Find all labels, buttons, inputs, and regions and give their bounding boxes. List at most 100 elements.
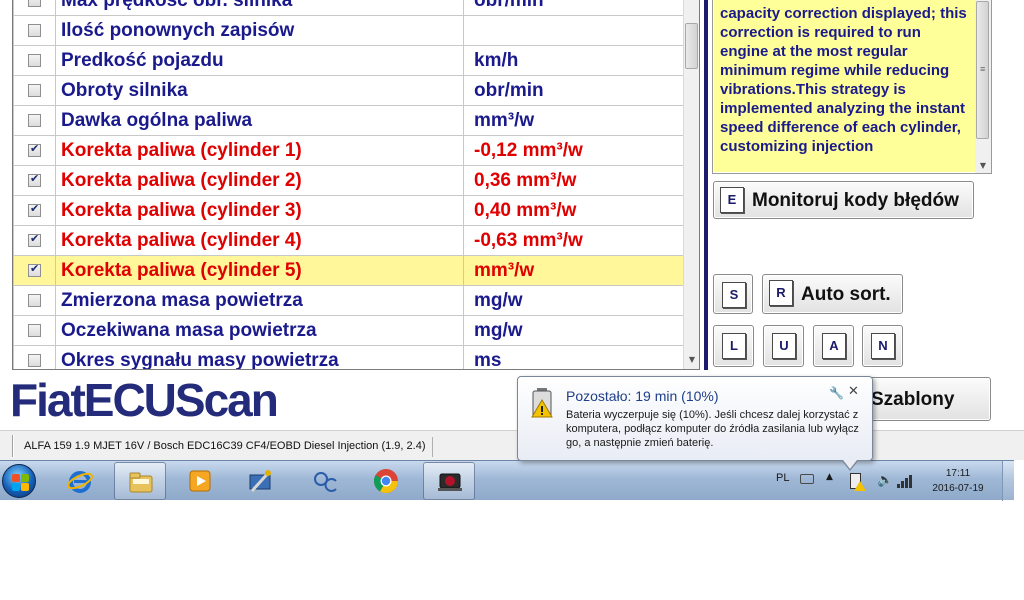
windows-start-orb-icon xyxy=(2,464,36,498)
system-tray: PL ▲ 🔈 17:11 2016-07-19 xyxy=(770,461,1014,501)
panel-divider xyxy=(704,0,708,370)
row-checkbox[interactable] xyxy=(28,202,41,217)
battery-warning-icon xyxy=(854,481,866,491)
scroll-down-arrow-icon[interactable]: ▼ xyxy=(684,353,699,367)
table-row[interactable]: Korekta paliwa (cylinder 1)-0,12 mm³/w xyxy=(13,135,685,166)
info-description-box: capacity correction displayed; this corr… xyxy=(712,0,992,174)
table-scrollbar[interactable]: ▼ xyxy=(683,0,699,369)
parameter-name: Korekta paliwa (cylinder 5) xyxy=(55,255,464,286)
row-checkbox[interactable] xyxy=(28,142,41,157)
network-icon[interactable] xyxy=(897,474,913,488)
close-icon[interactable]: ✕ xyxy=(848,384,859,399)
hotkey-a: A xyxy=(822,333,846,359)
s-button[interactable]: S xyxy=(713,274,753,314)
wrench-options-icon[interactable]: 🔧 xyxy=(829,386,844,400)
table-row[interactable]: Zmierzona masa powietrza mg/w xyxy=(13,285,685,316)
internet-explorer-icon xyxy=(67,471,93,493)
taskbar-file-explorer[interactable] xyxy=(114,462,166,500)
templates-button[interactable]: Szablony xyxy=(862,377,991,421)
windows-logo-green xyxy=(21,474,29,482)
row-checkbox[interactable] xyxy=(28,293,41,307)
oc-app-icon xyxy=(314,472,337,492)
taskbar-oc-app[interactable] xyxy=(300,462,352,500)
clock[interactable]: 17:11 2016-07-19 xyxy=(922,466,994,496)
table-row[interactable]: Ilość ponownych zapisów xyxy=(13,15,685,46)
taskbar-pinned-app[interactable] xyxy=(234,462,286,500)
templates-label: Szablony xyxy=(871,389,955,410)
clock-time: 17:11 xyxy=(945,468,971,479)
info-scrollbar[interactable]: ≡ ▼ xyxy=(975,0,991,173)
parameter-name: Korekta paliwa (cylinder 2) xyxy=(55,165,464,196)
row-checkbox[interactable] xyxy=(28,53,41,67)
table-row[interactable]: Korekta paliwa (cylinder 4)-0,63 mm³/w xyxy=(13,225,685,256)
notification-title: Pozostało: 19 min (10%) xyxy=(566,388,719,404)
language-indicator[interactable]: PL xyxy=(776,472,789,484)
row-checkbox[interactable] xyxy=(28,113,41,127)
row-checkbox[interactable] xyxy=(28,0,41,7)
row-checkbox[interactable] xyxy=(28,172,41,187)
auto-sort-label: Auto sort. xyxy=(801,284,891,305)
row-checkbox[interactable] xyxy=(28,232,41,247)
show-hidden-icons-icon[interactable]: ▲ xyxy=(826,472,833,482)
table-row[interactable]: Okres sygnału masy powietrza ms xyxy=(13,345,685,369)
table-row[interactable]: Korekta paliwa (cylinder 2)0,36 mm³/w xyxy=(13,165,685,196)
hotkey-u: U xyxy=(772,333,796,359)
pin-app-icon xyxy=(249,469,272,493)
table-row[interactable]: Max prędkość obr. silnika obr/min xyxy=(13,0,685,16)
row-checkbox-cell xyxy=(13,345,56,369)
u-button[interactable]: U xyxy=(763,325,804,367)
l-button[interactable]: L xyxy=(713,325,754,367)
taskbar-chrome[interactable] xyxy=(360,462,412,500)
start-button[interactable] xyxy=(0,462,40,500)
table-row[interactable]: Dawka ogólna paliwa mm³/w xyxy=(13,105,685,136)
battery-notification-balloon[interactable]: Pozostało: 19 min (10%) Bateria wyczerpu… xyxy=(517,376,873,471)
row-checkbox-cell xyxy=(13,165,56,196)
notification-body: Bateria wyczerpuje się (10%). Jeśli chce… xyxy=(566,409,859,449)
parameter-name: Okres sygnału masy powietrza xyxy=(55,345,464,369)
a-button[interactable]: A xyxy=(813,325,854,367)
auto-sort-button[interactable]: R Auto sort. xyxy=(762,274,903,314)
row-checkbox-cell xyxy=(13,225,56,256)
table-row[interactable]: Oczekiwana masa powietrza mg/w xyxy=(13,315,685,346)
taskbar-media-player[interactable] xyxy=(174,462,226,500)
parameter-name: Dawka ogólna paliwa xyxy=(55,105,464,136)
table-row[interactable]: Korekta paliwa (cylinder 5)mm³/w xyxy=(13,255,685,286)
row-checkbox[interactable] xyxy=(28,323,41,337)
row-checkbox[interactable] xyxy=(28,23,41,37)
volume-icon[interactable]: 🔈 xyxy=(877,473,893,488)
windows-taskbar: PL ▲ 🔈 17:11 2016-07-19 xyxy=(0,460,1014,501)
row-checkbox-cell xyxy=(13,285,56,316)
parameter-value: obr/min xyxy=(463,75,685,106)
monitor-error-codes-button[interactable]: E Monitoruj kody błędów xyxy=(713,181,974,219)
row-checkbox-cell xyxy=(13,15,56,46)
parameter-value: mm³/w xyxy=(463,105,685,136)
info-scroll-thumb[interactable]: ≡ xyxy=(976,1,989,139)
row-checkbox[interactable] xyxy=(28,353,41,367)
table-row[interactable]: Korekta paliwa (cylinder 3)0,40 mm³/w xyxy=(13,195,685,226)
taskbar-internet-explorer[interactable] xyxy=(54,462,106,500)
row-checkbox-cell xyxy=(13,75,56,106)
file-explorer-icon xyxy=(129,472,153,493)
keyboard-icon[interactable] xyxy=(800,474,814,484)
row-checkbox-cell xyxy=(13,0,56,16)
n-button[interactable]: N xyxy=(862,325,903,367)
row-checkbox[interactable] xyxy=(28,83,41,97)
windows-logo-red xyxy=(12,474,20,482)
parameter-value: 0,40 mm³/w xyxy=(463,195,685,226)
table-row[interactable]: Predkość pojazdu km/h xyxy=(13,45,685,76)
table-row[interactable]: Obroty silnika obr/min xyxy=(13,75,685,106)
show-desktop-button[interactable] xyxy=(1002,461,1014,501)
row-checkbox[interactable] xyxy=(28,262,41,277)
parameter-table-panel: Max prędkość obr. silnika obr/min Ilość po… xyxy=(12,0,700,370)
parameter-value: -0,63 mm³/w xyxy=(463,225,685,256)
table-scroll-thumb[interactable] xyxy=(685,23,698,69)
parameter-name: Korekta paliwa (cylinder 3) xyxy=(55,195,464,226)
taskbar-fiat-ecu-scan[interactable] xyxy=(423,462,475,500)
scroll-grip-icon: ≡ xyxy=(980,64,986,74)
parameter-value: obr/min xyxy=(463,0,685,16)
parameter-name: Zmierzona masa powietrza xyxy=(55,285,464,316)
scroll-down-arrow-icon[interactable]: ▼ xyxy=(975,160,991,172)
hotkey-n: N xyxy=(871,333,895,359)
parameter-name: Obroty silnika xyxy=(55,75,464,106)
parameter-name: Max prędkość obr. silnika xyxy=(55,0,464,16)
